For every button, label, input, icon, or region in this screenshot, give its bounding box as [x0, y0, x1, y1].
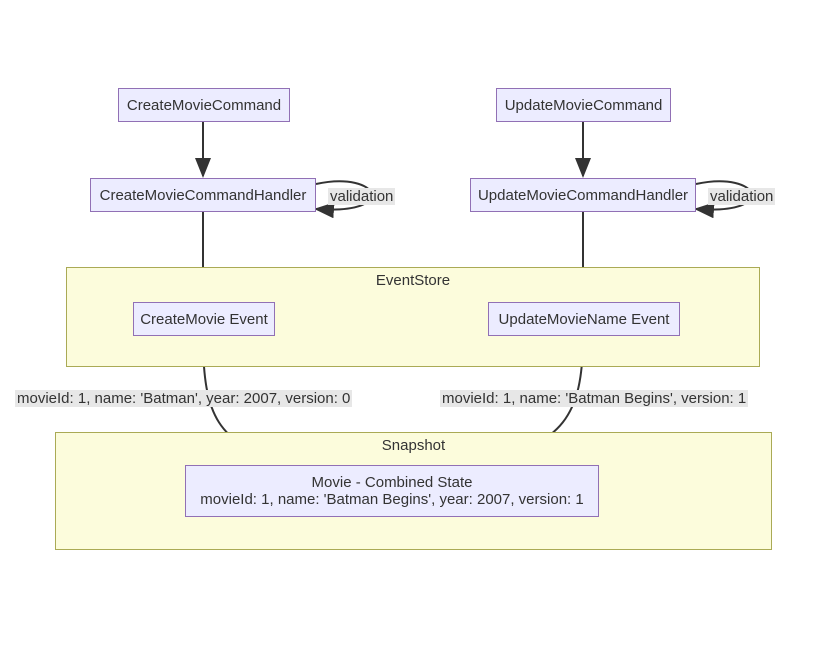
movie-combined-state-node: Movie - Combined State movieId: 1, name:…: [185, 465, 599, 517]
event1-label: movieId: 1, name: 'Batman', year: 2007, …: [15, 390, 352, 407]
subgraph-title: EventStore: [376, 272, 450, 289]
update-movie-command-node: UpdateMovieCommand: [496, 88, 671, 122]
validation-label-2: validation: [708, 188, 775, 205]
node-label: CreateMovieCommand: [127, 97, 281, 114]
create-movie-command-handler-node: CreateMovieCommandHandler: [90, 178, 316, 212]
validation-label-1: validation: [328, 188, 395, 205]
event2-label: movieId: 1, name: 'Batman Begins', versi…: [440, 390, 748, 407]
subgraph-title: Snapshot: [382, 437, 445, 454]
update-movie-name-event-node: UpdateMovieName Event: [488, 302, 680, 336]
node-label: UpdateMovieName Event: [499, 311, 670, 328]
node-label: UpdateMovieCommand: [505, 97, 663, 114]
node-label-line2: movieId: 1, name: 'Batman Begins', year:…: [200, 491, 583, 508]
node-label: UpdateMovieCommandHandler: [478, 187, 688, 204]
update-movie-command-handler-node: UpdateMovieCommandHandler: [470, 178, 696, 212]
node-label-line1: Movie - Combined State: [312, 474, 473, 491]
node-label: CreateMovie Event: [140, 311, 268, 328]
create-movie-event-node: CreateMovie Event: [133, 302, 275, 336]
create-movie-command-node: CreateMovieCommand: [118, 88, 290, 122]
node-label: CreateMovieCommandHandler: [100, 187, 307, 204]
